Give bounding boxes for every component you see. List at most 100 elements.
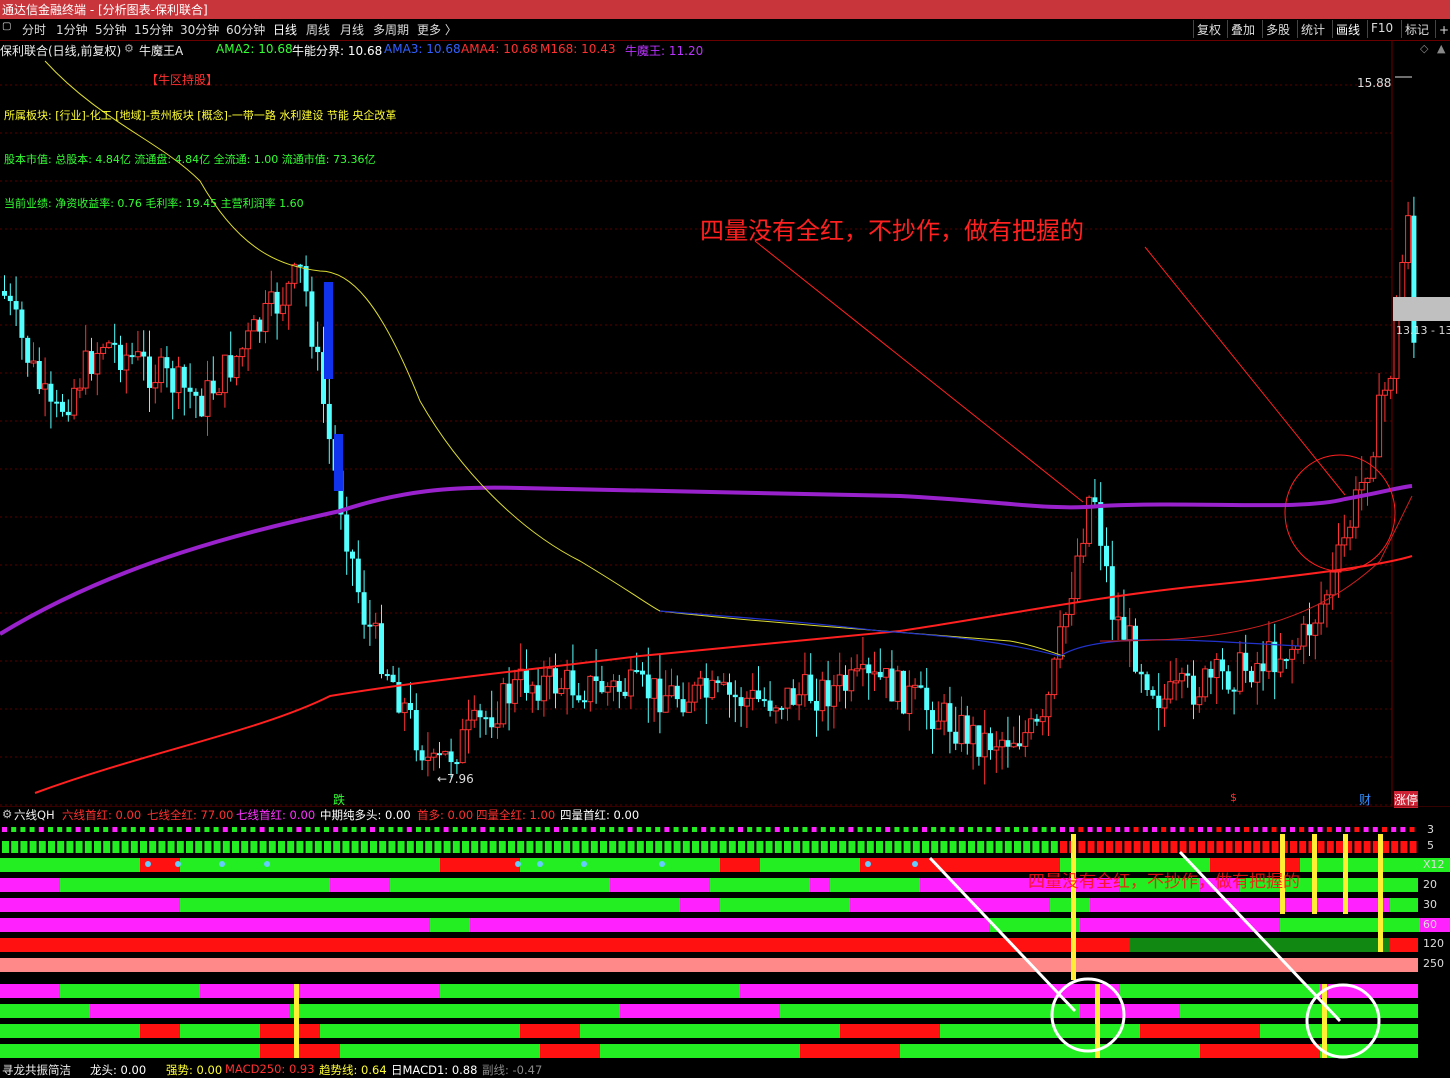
row3-dot <box>793 827 799 832</box>
row3-dot <box>75 827 81 832</box>
indicator-panel-icon[interactable]: ⚙ <box>2 807 12 821</box>
row3-dot <box>1069 827 1075 832</box>
row3-dot <box>351 827 357 832</box>
candle-body-down <box>1225 671 1231 690</box>
row5-square <box>2 841 9 853</box>
row5-square <box>572 841 580 853</box>
candle-body-up <box>152 382 159 389</box>
row3-dot <box>84 827 90 832</box>
candle-body-down <box>703 678 709 698</box>
scroll-up-icon[interactable]: ▲ <box>1437 42 1445 55</box>
candle-body-up <box>529 684 536 694</box>
tab-30min[interactable]: 30分钟 <box>180 21 219 38</box>
tab-multi-period[interactable]: 多周期 <box>373 21 409 38</box>
row-label-20: 20 <box>1423 878 1437 891</box>
tab-daily[interactable]: 日线 <box>273 21 297 38</box>
candle-body-down <box>790 688 796 705</box>
candle-body-up <box>1347 526 1354 539</box>
overlay-button[interactable]: 叠加 <box>1227 20 1258 38</box>
row3-dot <box>1290 827 1295 832</box>
low-price-label: ←7.96 <box>437 772 474 786</box>
indicator-panel-name[interactable]: 六线QH <box>14 807 55 823</box>
row5-square <box>1014 841 1021 853</box>
tab-60min[interactable]: 60分钟 <box>226 21 265 38</box>
tab-more[interactable]: 更多 〉 <box>417 21 457 38</box>
candle-body-up <box>830 685 837 707</box>
band-segment <box>200 984 440 998</box>
candle-body-up <box>610 680 617 688</box>
layout-icon[interactable]: ▢ <box>2 21 11 32</box>
candle-body-down <box>622 691 628 696</box>
row5-square <box>121 841 129 853</box>
indicator-panel[interactable] <box>0 806 1450 1077</box>
row5-square <box>443 841 451 853</box>
band-segment <box>290 1004 620 1018</box>
indicator-name[interactable]: 牛魔王A <box>139 42 183 59</box>
restore-rights-button[interactable]: 复权 <box>1193 20 1224 38</box>
band-segment <box>520 1024 580 1038</box>
candle-body-down <box>976 725 982 757</box>
diamond-icon[interactable]: ◇ <box>1420 42 1428 55</box>
star-marker <box>581 861 587 867</box>
row3-dot <box>1326 827 1332 832</box>
tab-15min[interactable]: 15分钟 <box>134 21 173 38</box>
row5-square <box>11 841 19 853</box>
band-segment <box>180 1024 260 1038</box>
annotation-text: 四量没有全红，不抄作，做有把握的 <box>700 217 1084 245</box>
row3-dot <box>728 827 734 832</box>
mark-button[interactable]: 标记 <box>1401 20 1432 38</box>
row3-dot <box>259 827 265 832</box>
row5-square <box>167 841 175 853</box>
tab-5min[interactable]: 5分钟 <box>95 21 127 38</box>
add-custom-button[interactable]: +自 <box>1435 20 1450 38</box>
candle-body-up <box>1068 598 1075 615</box>
star-marker <box>264 861 270 867</box>
row3-dot <box>1179 827 1185 832</box>
tab-monthly[interactable]: 月线 <box>340 21 364 38</box>
tab-fenshi[interactable]: 分时 <box>22 21 46 38</box>
candle-body-down <box>553 668 558 694</box>
band-segment <box>430 918 470 932</box>
row5-square <box>471 841 479 853</box>
f10-button[interactable]: F10 <box>1367 20 1396 38</box>
candle-body-down <box>7 295 13 302</box>
multi-stock-button[interactable]: 多股 <box>1262 20 1293 38</box>
candle-body-up <box>216 392 223 396</box>
statistics-button[interactable]: 统计 <box>1297 20 1328 38</box>
tab-weekly[interactable]: 周线 <box>306 21 330 38</box>
row3-dot <box>1060 827 1065 832</box>
row3-dot <box>1336 827 1341 832</box>
settings-gear-icon[interactable]: ⚙ <box>124 42 134 55</box>
row5-square <box>774 841 782 853</box>
candle-body-up <box>465 719 472 731</box>
row5-square <box>1354 841 1362 853</box>
candle-body-down <box>616 680 622 692</box>
bottom-indicator-name[interactable]: 寻龙共振简洁 <box>2 1062 71 1078</box>
band-segment <box>800 1044 900 1058</box>
candle-body-up <box>859 663 866 670</box>
candle-body-up <box>291 264 298 284</box>
candle-body-up <box>500 683 507 725</box>
legend-ama3: AMA3: 10.68 <box>384 42 461 56</box>
tab-1min[interactable]: 1分钟 <box>56 21 88 38</box>
band-segment <box>1390 898 1418 912</box>
draw-line-button[interactable]: 画线 <box>1332 20 1363 38</box>
band-segment <box>0 1044 260 1058</box>
band-segment <box>900 1044 1200 1058</box>
band-segment <box>610 878 710 892</box>
legend-ama4: AMA4: 10.68 <box>461 42 538 56</box>
row3-dot <box>397 827 403 832</box>
row5-square <box>940 841 948 853</box>
row5-square <box>1253 841 1261 853</box>
candle-body-down <box>1138 671 1144 675</box>
row5-square <box>701 841 709 853</box>
row5-square <box>112 841 120 853</box>
row5-square <box>673 841 681 853</box>
candle-body-up <box>1341 537 1348 546</box>
performance-info: 当前业绩: 净资收益率: 0.76 毛利率: 19.45 主营利润率 1.60 <box>4 197 304 210</box>
candle-body-down <box>326 403 332 440</box>
row3-dot <box>1152 827 1157 832</box>
candle-body-up <box>558 688 565 694</box>
row5-square <box>1050 841 1058 853</box>
row5-square <box>480 841 488 853</box>
